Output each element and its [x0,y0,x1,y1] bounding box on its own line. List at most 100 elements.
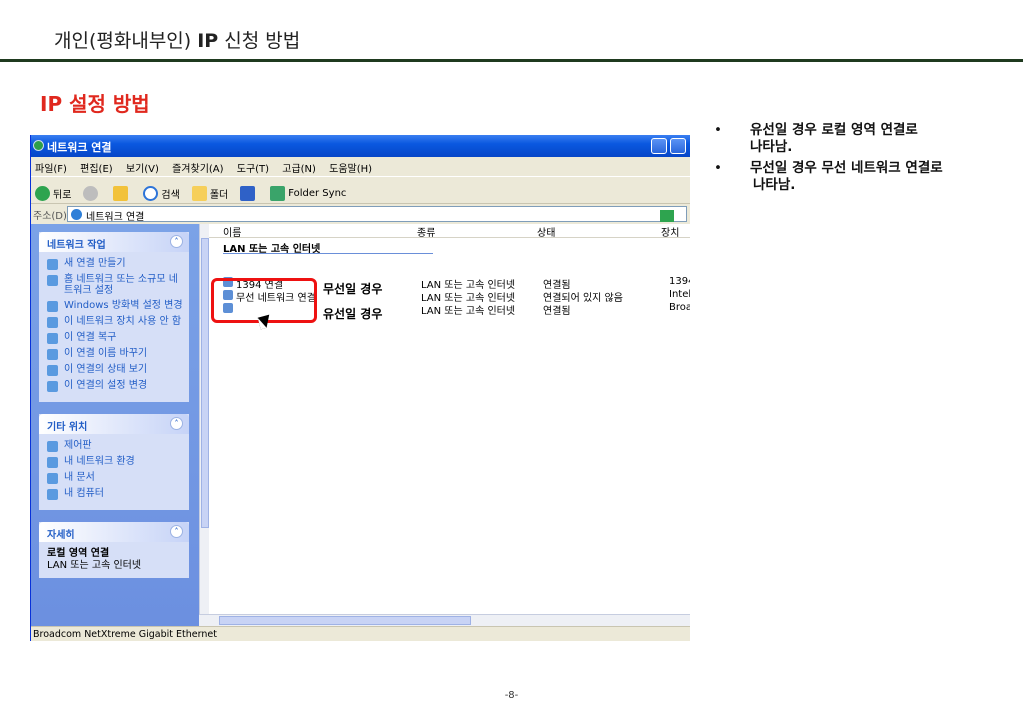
menu-view[interactable]: 보기(V) [126,164,159,175]
place-label: 내 컴퓨터 [64,488,104,499]
menu-edit[interactable]: 편집(E) [80,164,113,175]
details-panel: 자세히 ˄ 로컬 영역 연결 LAN 또는 고속 인터넷 [39,522,189,578]
forward-button[interactable] [83,185,101,201]
task-repair-connection[interactable]: 이 연결 복구 [47,332,183,344]
folder-up-icon [113,185,129,201]
panel-title: 네트워크 작업 [47,240,106,251]
menu-tools[interactable]: 도구(T) [237,164,269,175]
views-button[interactable] [240,185,258,201]
bullet: • [714,122,722,138]
minimize-button[interactable] [651,138,667,154]
place-label: 내 문서 [64,472,95,483]
connection-device: 1394 [669,276,690,287]
scrollbar-thumb[interactable] [219,616,471,625]
up-button[interactable] [113,185,131,201]
task-label: 홈 네트워크 또는 소규모 네트워크 설정 [64,274,178,296]
collapse-chevron-icon[interactable]: ˄ [170,525,183,538]
task-label: Windows 방화벽 설정 변경 [64,300,183,311]
network-icon [71,209,82,220]
task-rename-connection[interactable]: 이 연결 이름 바꾸기 [47,348,183,360]
search-icon [143,185,159,201]
menu-favorites[interactable]: 즐겨찾기(A) [172,164,223,175]
place-control-panel[interactable]: 제어판 [47,440,183,452]
task-pane-scrollbar[interactable] [199,224,209,614]
detail-name: 로컬 영역 연결 [47,548,110,559]
note-line: 유선일 경우 로컬 영역 연결로 [750,122,918,138]
menu-file[interactable]: 파일(F) [35,164,67,175]
task-view-status[interactable]: 이 연결의 상태 보기 [47,364,183,376]
task-firewall-settings[interactable]: Windows 방화벽 설정 변경 [47,300,183,312]
task-pane: 네트워크 작업 ˄ 새 연결 만들기 홈 네트워크 또는 소규모 네트워크 설정 … [31,224,199,641]
note-line: 나타남. [753,177,796,193]
collapse-chevron-icon[interactable]: ˄ [170,235,183,248]
panel-title: 자세히 [47,530,75,541]
task-label: 이 연결 복구 [64,332,117,343]
section-title: IP 설정 방법 [40,92,150,116]
task-change-settings[interactable]: 이 연결의 설정 변경 [47,380,183,392]
address-field[interactable]: 네트워크 연결 [67,206,687,223]
place-my-documents[interactable]: 내 문서 [47,472,183,484]
back-arrow-icon [35,185,50,201]
task-label: 이 네트워크 장치 사용 안 함 [64,316,182,327]
settings-icon [47,381,58,392]
status-icon [47,365,58,376]
rename-icon [47,349,58,360]
folder-sync-button[interactable]: Folder Sync [270,185,346,201]
details-header[interactable]: 자세히 ˄ [39,522,189,542]
slide-title-ip: IP [197,30,219,52]
page-number: -8- [504,690,519,701]
connection-type: LAN 또는 고속 인터넷 [421,306,516,317]
search-button[interactable]: 검색 [143,185,180,201]
back-label: 뒤로 [53,189,72,201]
views-icon [240,185,256,201]
go-arrow-icon[interactable] [660,210,674,222]
place-my-network[interactable]: 내 네트워크 환경 [47,456,183,468]
slide-title: 개인(평화내부인) IP 신청 방법 [54,26,300,53]
other-places-header[interactable]: 기타 위치 ˄ [39,414,189,434]
header-divider [209,237,690,238]
task-label: 새 연결 만들기 [64,258,126,269]
task-label: 이 연결 이름 바꾸기 [64,348,148,359]
note-line: 나타남. [750,139,793,155]
horizontal-scrollbar[interactable] [199,614,690,626]
column-header-device[interactable]: 장치 [661,224,679,239]
folders-button[interactable]: 폴더 [191,185,229,201]
address-value: 네트워크 연결 [86,212,145,223]
column-header-name[interactable]: 이름 [223,224,241,239]
network-tasks-header[interactable]: 네트워크 작업 ˄ [39,232,189,252]
scrollbar-thumb[interactable] [201,238,209,528]
repair-icon [47,333,58,344]
task-new-connection[interactable]: 새 연결 만들기 [47,258,183,270]
task-disable-device[interactable]: 이 네트워크 장치 사용 안 함 [47,316,183,328]
connection-status: 연결됨 [543,306,571,317]
place-label: 내 네트워크 환경 [64,456,135,467]
title-divider [0,59,1023,62]
note-item: • 유선일 경우 로컬 영역 연결로 나타남. [712,122,1012,156]
folders-label: 폴더 [209,189,229,201]
place-my-computer[interactable]: 내 컴퓨터 [47,488,183,500]
task-home-network-setup[interactable]: 홈 네트워크 또는 소규모 네트워크 설정 [47,274,183,296]
note-line: 무선일 경우 무선 네트워크 연결로 [750,160,943,176]
slide-title-prefix: 개인(평화내부인) [54,30,198,52]
bullet: • [714,160,722,176]
panel-title: 기타 위치 [47,422,88,433]
column-header-type[interactable]: 종류 [417,224,435,239]
my-documents-icon [47,473,58,484]
menu-advanced[interactable]: 고급(N) [282,164,316,175]
network-tasks-panel: 네트워크 작업 ˄ 새 연결 만들기 홈 네트워크 또는 소규모 네트워크 설정 … [39,232,189,402]
place-label: 제어판 [64,440,92,451]
menu-help[interactable]: 도움말(H) [329,164,372,175]
maximize-button[interactable] [670,138,686,154]
network-connections-window: 네트워크 연결 파일(F) 편집(E) 보기(V) 즐겨찾기(A) 도구(T) … [30,135,690,641]
window-titlebar[interactable]: 네트워크 연결 [31,135,690,157]
column-header-status[interactable]: 상태 [537,224,555,239]
toolbar: 뒤로 검색 폴더 Folder Sync [31,176,690,204]
note-item: • 무선일 경우 무선 네트워크 연결로 나타남. [712,160,1012,194]
network-icon [33,140,44,151]
detail-type: LAN 또는 고속 인터넷 [47,560,142,571]
back-button[interactable]: 뒤로 [35,185,72,201]
task-label: 이 연결의 설정 변경 [64,380,148,391]
collapse-chevron-icon[interactable]: ˄ [170,417,183,430]
my-network-icon [47,457,58,468]
notes-list: • 유선일 경우 로컬 영역 연결로 나타남. • 무선일 경우 무선 네트워크… [712,122,1012,198]
